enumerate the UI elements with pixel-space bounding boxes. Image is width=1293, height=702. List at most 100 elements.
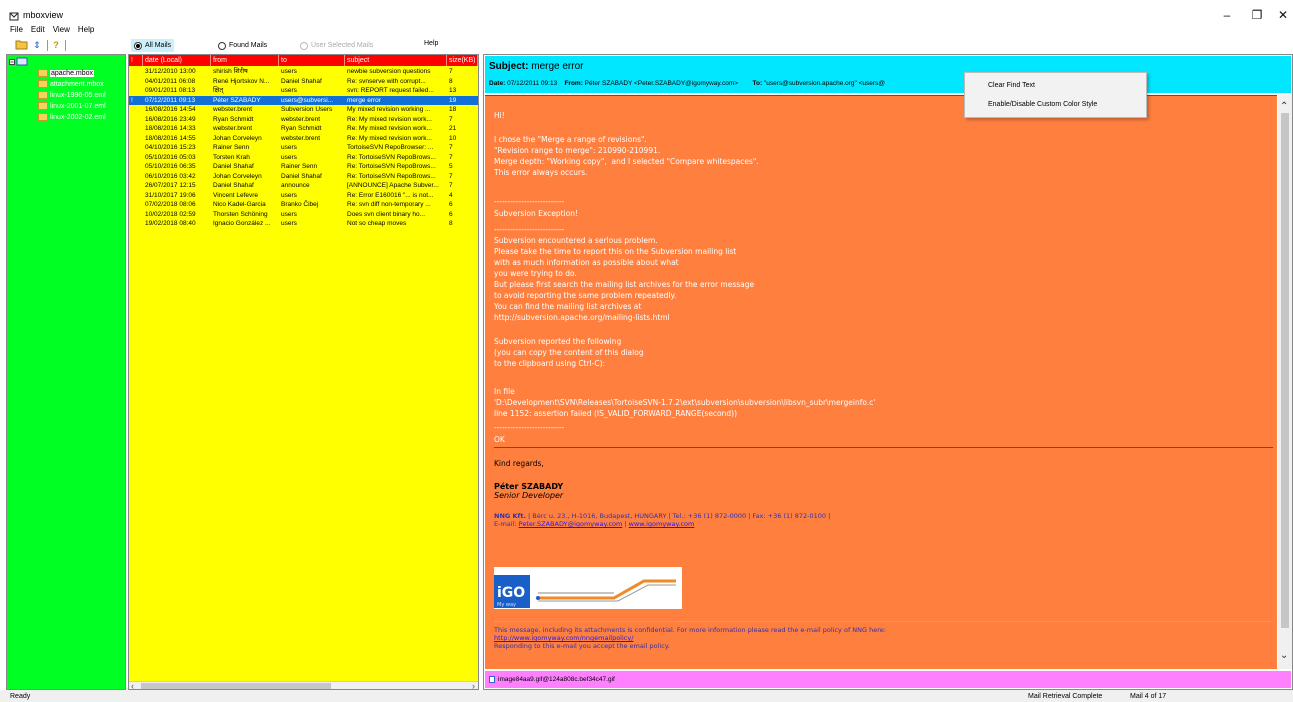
radio-all-mails-dot[interactable] — [134, 41, 142, 50]
status-bar: Ready Mail Retrieval Complete Mail 4 of … — [0, 690, 1293, 702]
mail-row[interactable]: 04/01/2011 06:08 René Hjortskov N... Danie… — [129, 77, 478, 87]
menu-item-toggle-custom-color-style[interactable]: Enable/Disable Custom Color Style — [988, 101, 1097, 108]
row-from: webster.brent — [213, 106, 253, 113]
row-flag — [129, 153, 143, 163]
row-to: webster.brent — [281, 134, 321, 142]
open-folder-icon[interactable] — [14, 39, 30, 52]
mail-row[interactable]: 06/10/2016 03:42 Johan Corveleyn Daniel Sh… — [129, 172, 478, 182]
email-label: E-mail: — [494, 520, 519, 528]
scrollbar-thumb[interactable] — [141, 683, 331, 689]
row-flag — [129, 200, 143, 210]
tree-item-linux-1996-05[interactable]: linux-1996-05.eml — [38, 90, 106, 100]
status-ready: Ready — [10, 693, 31, 700]
mail-row[interactable]: 10/02/2018 02:59 Thorsten Schöning users Do… — [129, 210, 478, 220]
row-flag — [129, 105, 143, 115]
scroll-left-icon[interactable]: ‹ — [131, 681, 134, 689]
row-to: Ryan Schmidt — [281, 125, 322, 132]
mail-row[interactable]: ! 07/12/2011 09:13 Péter SZABADY users@subv… — [129, 95, 478, 105]
column-header-size[interactable]: size(KB) — [447, 55, 478, 66]
sort-icon[interactable]: ⇕ — [32, 39, 42, 52]
mail-body[interactable]: Hi! I chose the "Merge a range of revisi… — [485, 95, 1277, 669]
row-from: shirish शिरीष — [213, 68, 248, 75]
to-label: To: — [752, 80, 763, 87]
row-to: Branko Čibej — [281, 201, 319, 208]
tree-item-linux-2001-07[interactable]: linux-2001-07.eml — [38, 101, 106, 111]
row-from: Ignacio González ... — [213, 220, 271, 227]
logo-text: iGO — [497, 585, 525, 601]
mail-row[interactable]: 19/02/2018 08:40 Ignacio González ... user… — [129, 219, 478, 229]
maximize-button[interactable]: ❐ — [1243, 8, 1271, 22]
menu-item-clear-find-text[interactable]: Clear Find Text — [988, 82, 1035, 89]
mail-row[interactable]: 07/02/2018 08:06 Nico Kadel-Garcia Branko … — [129, 200, 478, 210]
radio-found-mails-dot[interactable] — [218, 41, 226, 50]
menu-file[interactable]: File — [10, 25, 23, 37]
attachment-bar: image84aa9.gif@124a808c.bef34c47.gif — [485, 671, 1291, 688]
row-flag — [129, 172, 143, 182]
column-header-from[interactable]: from — [211, 55, 279, 66]
vertical-scrollbar[interactable]: ⌃ ⌄ — [1278, 95, 1292, 669]
mail-row[interactable]: 26/07/2017 12:15 Daniel Shahaf announce [AN… — [129, 181, 478, 191]
menu-edit[interactable]: Edit — [31, 25, 45, 37]
policy-link[interactable]: http://www.igomyway.com/nngemailpolicy/ — [494, 634, 886, 642]
tree-item-apache-mbox[interactable]: apache.mbox — [38, 68, 95, 78]
regards-text: Kind regards, — [494, 459, 544, 468]
attachment-name[interactable]: image84aa9.gif@124a808c.bef34c47.gif — [498, 671, 615, 688]
mail-row[interactable]: 18/08/2016 14:33 webster.brent Ryan Schmid… — [129, 124, 478, 134]
row-to: users — [281, 220, 297, 227]
radio-found-mails[interactable]: Found Mails — [215, 39, 270, 52]
mail-list-rows: 31/12/2010 13:00 shirish शिरीष users newbie… — [129, 67, 478, 229]
email-link[interactable]: Peter.SZABADY@igomyway.com — [519, 520, 623, 528]
row-size: 7 — [449, 182, 453, 189]
tree-item-linux-2002-02[interactable]: linux-2002-02.eml — [38, 112, 106, 122]
row-subject: My mixed revision working ... — [347, 106, 431, 113]
row-size: 6 — [449, 201, 453, 208]
company-logo: iGO My way — [494, 567, 682, 609]
tree-item-label: linux-2002-02.eml — [50, 113, 106, 121]
mail-row[interactable]: 05/10/2016 05:03 Torsten Krah users Re: Tor… — [129, 153, 478, 163]
help-about-icon[interactable]: ? — [51, 39, 61, 52]
column-header-subject[interactable]: subject — [345, 55, 447, 66]
mail-row[interactable]: 31/12/2010 13:00 shirish शिरीष users newbie… — [129, 67, 478, 77]
column-header-date[interactable]: date (Local) — [143, 55, 211, 66]
signature-address: | Bérc u. 23., H-1016, Budapest, HUNGARY… — [525, 512, 831, 520]
mail-row[interactable]: 18/08/2016 14:55 Johan Corveleyn webster.b… — [129, 134, 478, 144]
website-link[interactable]: www.igomyway.com — [629, 520, 695, 528]
tree-item-attachment-mbox[interactable]: attachment.mbox — [38, 79, 104, 89]
row-subject: Re: svnserve with corrupt... — [347, 77, 426, 85]
mail-row[interactable]: 05/10/2016 06:35 Daniel Shahaf Rainer Senn… — [129, 162, 478, 172]
signature-email-line: E-mail: Peter.SZABADY@igomyway.com | www… — [494, 520, 694, 528]
menu-help[interactable]: Help — [78, 25, 94, 37]
help-button[interactable]: Help — [424, 40, 438, 47]
close-button[interactable]: ✕ — [1269, 8, 1293, 22]
column-header-to[interactable]: to — [279, 55, 345, 66]
radio-all-mails[interactable]: All Mails — [131, 39, 175, 52]
horizontal-scrollbar[interactable]: ‹ › — [129, 681, 478, 689]
row-flag — [129, 181, 143, 191]
mail-row[interactable]: 16/08/2016 23:49 Ryan Schmidt webster.bren… — [129, 115, 478, 125]
row-subject: Re: TortoiseSVN RepoBrows... — [347, 163, 436, 170]
mailbox-icon — [38, 102, 48, 110]
mail-header: Subject: merge error Date: 07/12/2011 09… — [485, 56, 1291, 93]
mail-row[interactable]: 31/10/2017 19:06 Vincent Lefevre users Re: … — [129, 191, 478, 201]
row-size: 7 — [449, 115, 453, 123]
subject-text: merge error — [531, 61, 584, 72]
row-subject: Re: Error E160016 "... is not... — [347, 191, 434, 199]
toolbar-separator — [47, 40, 48, 51]
column-header-flag[interactable]: ! — [129, 55, 143, 66]
menu-bar: File Edit View Help — [0, 25, 94, 37]
scroll-right-icon[interactable]: › — [472, 681, 475, 689]
mail-row[interactable]: 09/01/2011 08:13 क्षित् users svn: REPORT r… — [129, 86, 478, 96]
mail-row[interactable]: 04/10/2016 15:23 Rainer Senn users Tortoise… — [129, 143, 478, 153]
minimize-button[interactable]: – — [1213, 8, 1241, 22]
scroll-up-icon[interactable]: ⌃ — [1280, 101, 1288, 112]
divider — [494, 621, 1273, 622]
row-flag — [129, 210, 143, 220]
tree-root[interactable] — [9, 57, 29, 67]
scrollbar-thumb[interactable] — [1281, 113, 1289, 628]
mail-list-header: ! date (Local) from to subject size(KB) — [129, 55, 478, 66]
menu-view[interactable]: View — [53, 25, 70, 37]
mail-row[interactable]: 16/08/2016 14:54 webster.brent Subversion … — [129, 105, 478, 115]
scroll-down-icon[interactable]: ⌄ — [1280, 650, 1288, 661]
signature-company: NNG Kft. — [494, 512, 526, 520]
folder-tree: apache.mbox attachment.mbox linux-1996-0… — [6, 54, 126, 690]
